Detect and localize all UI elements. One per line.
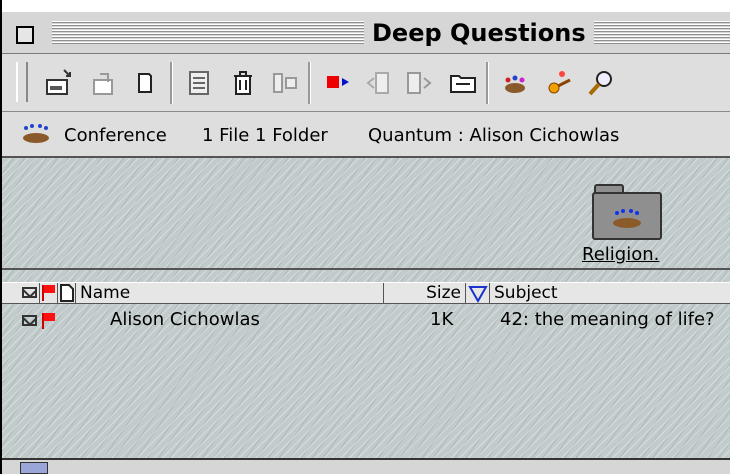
search-icon[interactable] — [584, 66, 618, 100]
window-title: Deep Questions — [364, 18, 594, 48]
icon-view-pane: Religion. — [2, 158, 730, 270]
folder-icon[interactable] — [446, 66, 480, 100]
filter-icon[interactable] — [268, 66, 302, 100]
row-size: 1K — [430, 309, 454, 330]
scroll-thumb[interactable] — [20, 462, 48, 474]
toolbar — [2, 54, 730, 112]
folder-label[interactable]: Religion. — [582, 244, 659, 265]
table-row[interactable]: Alison Cichowlas 1K 42: the meaning of l… — [2, 306, 730, 334]
toolbar-separator — [170, 62, 173, 104]
column-size[interactable]: Size — [384, 283, 466, 304]
path-label: Conference — [64, 125, 167, 146]
document-icon — [60, 284, 74, 302]
finder-window: Deep Questions Conference 1 File 1 Folde… — [0, 0, 730, 474]
toolbar-separator — [486, 62, 489, 104]
folder-item-religion[interactable] — [592, 182, 664, 242]
column-flag[interactable] — [40, 283, 58, 304]
message-list: Alison Cichowlas 1K 42: the meaning of l… — [2, 304, 730, 458]
conference-icon — [20, 122, 52, 149]
item-counts: 1 File 1 Folder — [202, 125, 328, 146]
sort-direction-icon[interactable] — [466, 283, 490, 304]
horizontal-scrollbar[interactable] — [2, 458, 730, 474]
top-strip — [2, 0, 730, 12]
new-message-icon[interactable] — [42, 66, 76, 100]
pane-gap — [2, 270, 730, 282]
list-header: Name Size Subject — [2, 282, 730, 304]
column-read-status[interactable] — [20, 283, 40, 304]
envelope-icon — [22, 287, 37, 298]
title-bar[interactable]: Deep Questions — [2, 12, 730, 54]
column-name[interactable]: Name — [76, 283, 384, 304]
row-name: Alison Cichowlas — [110, 309, 260, 330]
conference-add-icon[interactable] — [498, 66, 532, 100]
flag-header-icon — [42, 285, 58, 301]
row-subject: 42: the meaning of life? — [500, 309, 715, 330]
key-icon[interactable] — [542, 66, 576, 100]
trash-icon[interactable] — [226, 66, 260, 100]
preferences-icon[interactable] — [182, 66, 216, 100]
path-bar: Conference 1 File 1 Folder Quantum : Ali… — [2, 112, 730, 158]
flag-icon[interactable] — [320, 66, 354, 100]
column-document[interactable] — [58, 283, 76, 304]
toolbar-grip[interactable] — [16, 62, 28, 102]
previous-icon[interactable] — [362, 66, 396, 100]
new-document-icon[interactable] — [128, 66, 162, 100]
close-box[interactable] — [16, 26, 34, 44]
toolbar-separator — [308, 62, 311, 104]
column-subject[interactable]: Subject — [490, 283, 730, 304]
next-icon[interactable] — [402, 66, 436, 100]
location-path: Quantum : Alison Cichowlas — [368, 125, 620, 146]
reply-icon[interactable] — [86, 66, 120, 100]
conference-emblem-icon — [613, 209, 641, 228]
